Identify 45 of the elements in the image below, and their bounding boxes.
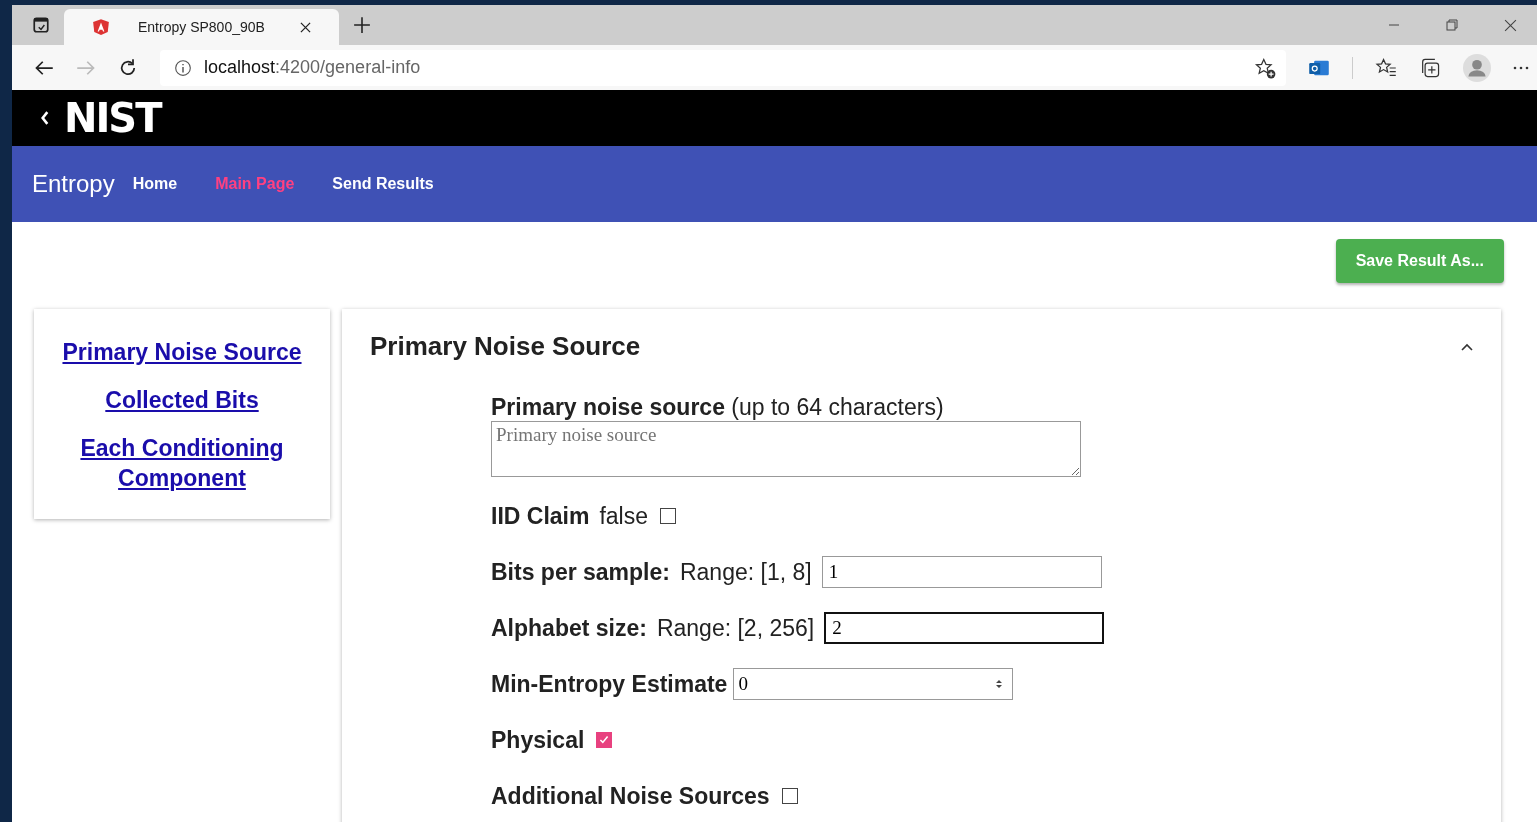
brand-title[interactable]: Entropy [32, 170, 115, 198]
browser-tab[interactable]: Entropy SP800_90B [64, 9, 339, 45]
tab-actions-icon[interactable] [32, 16, 50, 34]
restore-icon[interactable] [1446, 19, 1458, 31]
add-favorite-icon[interactable] [1254, 56, 1276, 79]
text-area[interactable]: Primary noise source [491, 421, 1081, 477]
address-field[interactable]: localhost:4200/general-info [160, 49, 1286, 86]
sidebar-link[interactable]: Primary Noise Source [57, 337, 307, 367]
field-label: Primary noise source (up to 64 characters) [491, 394, 945, 421]
panel-title: Primary Noise Source [370, 331, 641, 362]
checkbox[interactable] [596, 732, 613, 748]
favorites-icon[interactable] [1375, 56, 1397, 79]
more-icon[interactable] [1513, 65, 1529, 70]
nav-link[interactable]: Home [132, 175, 178, 193]
field-label: Bits per sample: [491, 558, 670, 586]
input-field[interactable]: 1 [821, 556, 1102, 588]
info-icon [174, 58, 192, 77]
collapse-caret-icon[interactable] [1461, 342, 1473, 351]
field-label: Min-Entropy Estimate [491, 670, 728, 698]
new-tab-icon[interactable] [353, 16, 371, 34]
field-label: Physical [491, 726, 585, 754]
range-text: Range: [2, 256] [656, 614, 815, 642]
spinner-icon[interactable] [995, 678, 1004, 690]
profile-avatar-icon[interactable] [1463, 53, 1491, 82]
checkmark-icon [598, 734, 611, 746]
refresh-icon[interactable] [118, 57, 138, 78]
field-label: Additional Noise Sources [491, 782, 770, 810]
field-label: Alphabet size: [491, 614, 647, 642]
collections-icon[interactable] [1419, 56, 1441, 79]
shield-icon [92, 18, 110, 36]
checkbox[interactable] [781, 788, 798, 804]
close-window-icon[interactable] [1504, 18, 1517, 32]
sidebar-link[interactable]: Each Conditioning Component [57, 433, 307, 493]
checkbox[interactable] [660, 508, 676, 524]
site-logo[interactable]: NIST [64, 95, 161, 141]
sidebar-link[interactable]: Collected Bits [57, 385, 307, 415]
close-icon[interactable] [300, 21, 311, 33]
value-text: false [599, 502, 648, 530]
chevron-left-icon[interactable] [40, 111, 50, 125]
number-field[interactable]: 0 [733, 668, 1014, 700]
nav-link[interactable]: Send Results [332, 175, 434, 193]
range-text: Range: [1, 8] [679, 558, 812, 586]
field-label: IID Claim [491, 502, 590, 530]
tab-title: Entropy SP800_90B [138, 19, 266, 35]
input-field[interactable]: 2 [824, 612, 1105, 644]
